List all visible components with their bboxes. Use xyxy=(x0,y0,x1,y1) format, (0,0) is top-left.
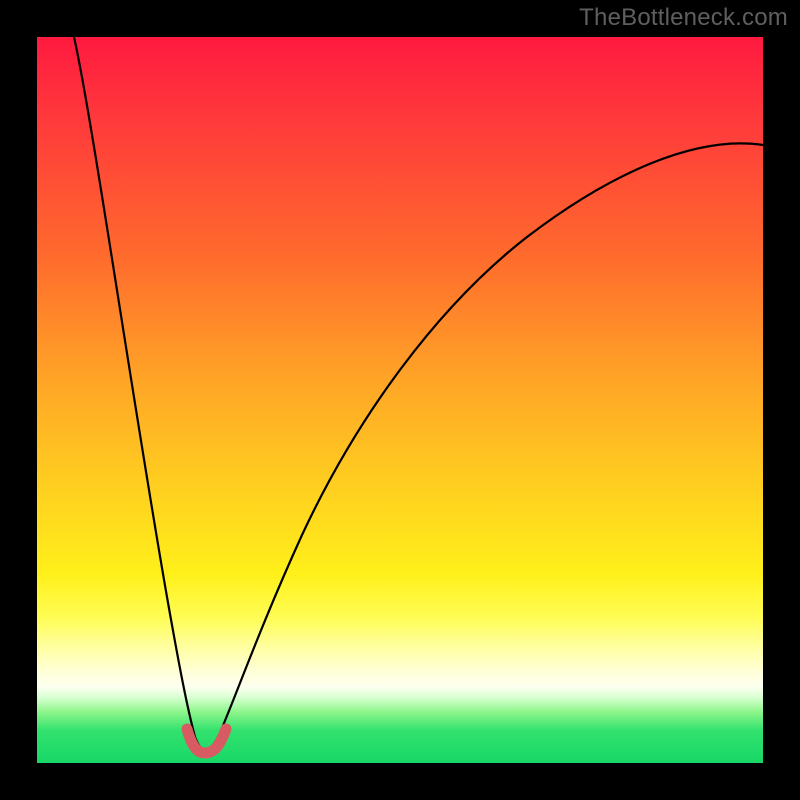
watermark-label: TheBottleneck.com xyxy=(579,4,788,32)
curve-left-branch xyxy=(74,37,205,750)
plot-area xyxy=(37,37,763,763)
bottleneck-curve xyxy=(37,37,763,763)
valley-highlight xyxy=(187,729,226,753)
chart-frame: TheBottleneck.com xyxy=(0,0,800,800)
curve-right-branch xyxy=(205,143,763,750)
